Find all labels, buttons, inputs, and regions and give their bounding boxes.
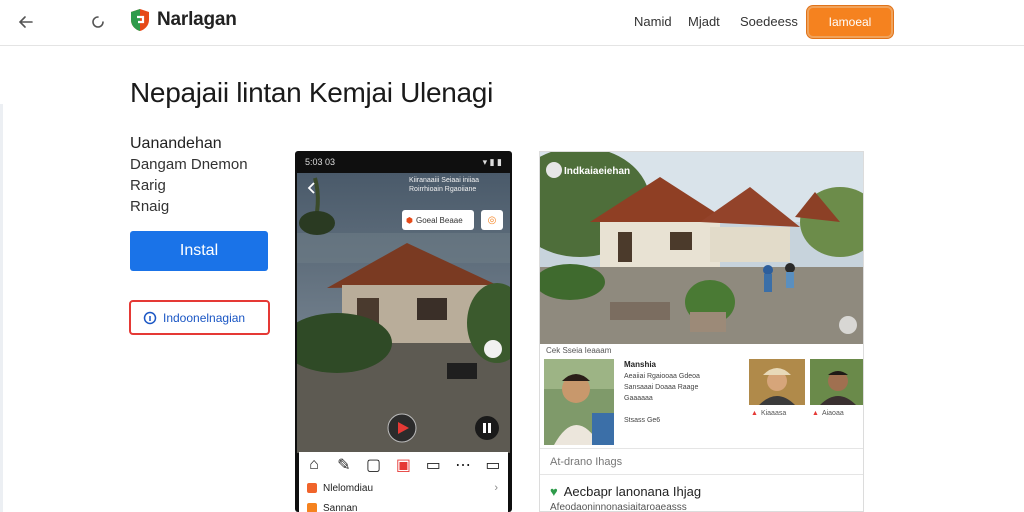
list-item[interactable]: Sannan: [299, 498, 508, 512]
app-meta: Uanandehan Dangam Dnemon Rarig Rnaig: [130, 133, 248, 217]
share-icon: ◎: [487, 214, 497, 226]
phone-overlay-text: Kiiranaaiii Seiaai iniiaa Roirrhioain Rg…: [409, 176, 479, 194]
heart-icon: ♥: [550, 484, 558, 499]
phone-share-button[interactable]: ◎: [481, 210, 503, 230]
list-item[interactable]: Nlelomdiau ›: [299, 478, 508, 498]
refresh-icon: [92, 16, 104, 28]
back-button[interactable]: [14, 10, 38, 34]
list-item-label: Nlelomdiau: [323, 482, 374, 494]
thumbnail-image[interactable]: [749, 359, 805, 405]
rating-sub-label: Rnaig: [130, 198, 170, 215]
warning-icon: ▲: [751, 410, 758, 417]
language-button[interactable]: Indoonelnagian: [129, 300, 270, 335]
install-button[interactable]: Instal: [130, 231, 268, 271]
phone-status-icons: ▾ ▮ ▮: [482, 156, 502, 167]
shield-logo-icon: [131, 9, 149, 31]
phone-toolbar: ⌂ ✎ ▢ ▣ ▭ ⋯ ▭: [299, 452, 508, 478]
phone-status-time: 5:03 03: [305, 157, 336, 167]
page-title: Nepajaii lintan Kemjai Ulenagi: [130, 77, 493, 108]
list-item-label: Sannan: [323, 502, 358, 512]
brand[interactable]: Narlagan: [129, 8, 237, 32]
profile-text: Manshia Aeaiiai Rgaiooaa Gdeoa Sansaaai …: [624, 359, 700, 426]
thumb-action[interactable]: ▲ Aiaoaa: [812, 410, 844, 417]
app-page: Narlagan Namid Mjadt Soedeess Iamoeal Ne…: [0, 0, 1024, 512]
top-bar: Narlagan Namid Mjadt Soedeess Iamoeal: [0, 0, 1024, 46]
tablet-screenshot[interactable]: Indkaiaeiehan Cek Sseia Ieaaam Manshia A…: [539, 151, 864, 512]
profile-name: Manshia: [624, 360, 657, 369]
profile-meta: Stsass Ge6: [624, 417, 661, 424]
thumbnail-image[interactable]: [810, 359, 864, 405]
phone-screenshot[interactable]: 5:03 03 ▾ ▮ ▮ Kiiranaaiii Seiaai iniiaa …: [295, 151, 512, 512]
arrow-left-icon: [18, 16, 33, 28]
app-icon: [307, 503, 317, 512]
card-row-title-label: Aecbapr lanonana Ihjag: [563, 484, 702, 499]
grid-icon[interactable]: ⋯: [455, 457, 471, 474]
edit-icon[interactable]: ✎: [337, 457, 351, 474]
card-scene-image: [540, 152, 863, 344]
divider: [540, 448, 863, 449]
phone-overlay-line-1: Kiiranaaiii Seiaai iniiaa: [409, 177, 480, 184]
refresh-button[interactable]: [86, 10, 110, 34]
divider: [540, 474, 863, 475]
left-edge-divider: [0, 104, 3, 512]
rating-label: Rarig: [130, 177, 166, 194]
card-caption: Cek Sseia Ieaaam: [546, 346, 612, 355]
home-icon[interactable]: ⌂: [307, 456, 321, 473]
brand-name: Narlagan: [157, 9, 237, 30]
avatar: [546, 162, 562, 178]
nav-item-2[interactable]: Mjadt: [688, 14, 720, 29]
nav-item-1[interactable]: Namid: [634, 14, 672, 29]
card-row-subtitle: Afeodaoninnonasiaitaroaeasss: [550, 502, 687, 512]
nav-item-3[interactable]: Soedeess: [740, 14, 798, 29]
warning-icon: ▲: [812, 410, 819, 417]
square-icon[interactable]: ▢: [366, 457, 381, 474]
phone-list: Nlelomdiau › Sannan: [299, 478, 508, 512]
notification-icon[interactable]: ▣: [396, 457, 411, 474]
tag-icon: ⬢: [406, 215, 413, 225]
section-label: At-drano Ihags: [550, 456, 623, 468]
thumb-action[interactable]: ▲ Kiaaasa: [751, 410, 786, 417]
card-photo-title: Indkaiaeiehan: [564, 166, 631, 177]
chat-icon[interactable]: ▭: [426, 457, 441, 474]
phone-back-icon[interactable]: [305, 181, 319, 195]
thumb-action-label: Aiaoaa: [821, 410, 844, 417]
tabs-icon[interactable]: ▭: [485, 457, 500, 474]
profile-line-2: Sansaaai Doaaa Raage: [624, 384, 699, 391]
info-circle-icon: [143, 311, 157, 324]
profile-photo: [544, 359, 614, 445]
language-label: Indoonelnagian: [163, 310, 246, 325]
phone-overlay-line-2: Roirrhioain Rgaoiiane: [409, 186, 477, 193]
phone-tag-label: Goeal Beaae: [415, 215, 463, 225]
profile-line-1: Aeaiiai Rgaiooaa Gdeoa: [624, 373, 700, 380]
header-cta-button[interactable]: Iamoeal: [807, 6, 893, 38]
chevron-right-icon: ›: [494, 482, 498, 494]
profile-line-3: Gaaaaaa: [624, 395, 653, 402]
app-icon: [307, 483, 317, 493]
card-row-title[interactable]: ♥ Aecbapr lanonana Ihjag: [550, 484, 701, 499]
category-label: Dangam Dnemon: [130, 156, 248, 173]
phone-status-bar: 5:03 03 ▾ ▮ ▮: [295, 151, 512, 173]
developer-label: Uanandehan: [130, 135, 222, 152]
phone-tag[interactable]: ⬢ Goeal Beaae: [402, 210, 474, 230]
thumb-action-label: Kiaaasa: [760, 410, 787, 417]
